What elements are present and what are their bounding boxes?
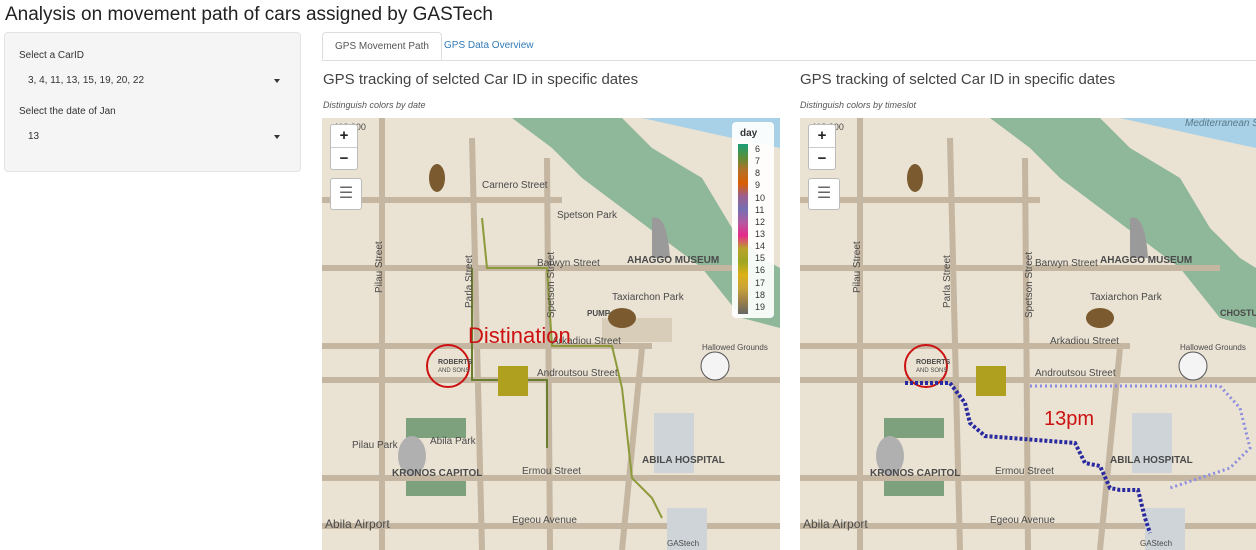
street-label: Barwyn Street	[1035, 258, 1098, 269]
park-label: Pilau Park	[352, 440, 399, 451]
legend-title: day	[740, 128, 758, 139]
chevron-down-icon	[274, 135, 280, 139]
legend-tick-label: 13	[755, 229, 766, 239]
park-label: Taxiarchon Park	[1090, 292, 1163, 303]
day-legend: day 6 7 8 9 10 11 12 13 14 15 16 17 18 19	[732, 122, 774, 318]
park-label: Spetson Park	[557, 210, 618, 221]
place-label: Mediterranean Sea	[1185, 118, 1256, 129]
zoom-out-button[interactable]: −	[331, 148, 357, 170]
street-label: Pilau Street	[852, 241, 863, 293]
legend-tick-label: 16	[755, 265, 766, 276]
place-label: PUMP	[587, 309, 611, 318]
sidebar-panel: Select a CarID 3, 4, 11, 13, 15, 19, 20,…	[4, 32, 301, 172]
zoom-in-button[interactable]: +	[331, 125, 357, 148]
roberts-label: ROBERTS	[438, 359, 473, 366]
zoom-in-button[interactable]: +	[809, 125, 835, 148]
date-select-label: Select the date of Jan	[19, 106, 116, 117]
legend-tick-label: 17	[755, 277, 766, 288]
panel-subtitle-left: Distinguish colors by date	[323, 100, 426, 110]
panel-title-left: GPS tracking of selcted Car ID in specif…	[323, 71, 639, 88]
roberts-label: AND SONS	[438, 368, 469, 374]
place-label: Hallowed Grounds	[702, 343, 768, 352]
street-label: Androutsou Street	[1035, 368, 1116, 379]
street-label: Arkadiou Street	[1050, 336, 1119, 347]
legend-tick-label: 18	[755, 289, 766, 300]
legend-tick-label: 9	[755, 180, 761, 191]
map-right[interactable]: Pilau Street Parla Street Spetson Street…	[800, 118, 1256, 550]
layers-icon[interactable]: ☰	[330, 178, 362, 210]
street-label: Pilau Street	[374, 241, 385, 293]
panel-subtitle-right: Distinguish colors by timeslot	[800, 100, 917, 110]
roberts-label: AND SONS	[916, 368, 947, 374]
zoom-out-button[interactable]: −	[809, 148, 835, 170]
street-label: Egeou Avenue	[990, 515, 1055, 526]
zoom-control: + −	[330, 124, 358, 170]
street-label: Ermou Street	[522, 466, 581, 477]
layers-icon[interactable]: ☰	[808, 178, 840, 210]
place-label: KRONOS CAPITOL	[392, 468, 482, 479]
tab-gps-data-overview[interactable]: GPS Data Overview	[432, 32, 545, 60]
place-label: GAStech	[1140, 539, 1172, 548]
car-id-value: 3, 4, 11, 13, 15, 19, 20, 22	[28, 75, 145, 86]
app-title: Analysis on movement path of cars assign…	[5, 4, 493, 25]
legend-tick-label: 19	[755, 301, 766, 312]
map-annotation-destination: Distination	[468, 323, 571, 348]
legend-tick-label: 15	[755, 253, 766, 264]
street-label: Egeou Avenue	[512, 515, 577, 526]
tab-gps-movement-path[interactable]: GPS Movement Path	[322, 32, 442, 60]
street-label: Parla Street	[464, 255, 475, 308]
legend-tick-label: 8	[755, 168, 761, 179]
legend-tick-label: 10	[755, 192, 766, 203]
park-label: Abila Park	[430, 436, 477, 447]
date-select[interactable]: 13	[18, 123, 288, 151]
street-label: Ermou Street	[995, 466, 1054, 477]
street-label: Androutsou Street	[537, 368, 618, 379]
legend-color-bar	[738, 144, 748, 314]
park-label: Taxiarchon Park	[612, 292, 685, 303]
street-label: Parla Street	[942, 255, 953, 308]
date-value: 13	[28, 131, 40, 142]
map-annotation-time: 13pm	[1044, 408, 1095, 430]
street-label: Barwyn Street	[537, 258, 600, 269]
legend-tick-label: 11	[755, 204, 765, 215]
place-label: AHAGGO MUSEUM	[627, 255, 719, 266]
place-label: AHAGGO MUSEUM	[1100, 255, 1192, 266]
tab-bar: GPS Movement Path GPS Data Overview	[322, 32, 1256, 61]
car-id-select[interactable]: 3, 4, 11, 13, 15, 19, 20, 22	[18, 67, 288, 95]
map-left[interactable]: Pilau Street Parla Street Spetson Street…	[322, 118, 780, 550]
legend-tick-label: 12	[755, 216, 766, 227]
place-label: KRONOS CAPITOL	[870, 468, 960, 479]
street-label: Spetson Street	[1024, 252, 1035, 318]
roberts-label: ROBERTS	[916, 359, 951, 366]
place-label: Abila Airport	[325, 517, 390, 531]
zoom-control: + −	[808, 124, 836, 170]
street-label: Carnero Street	[482, 180, 548, 191]
place-label: ABILA HOSPITAL	[1110, 455, 1193, 466]
legend-tick-label: 7	[755, 156, 761, 167]
place-label: CHOSTUS	[1220, 308, 1256, 318]
place-label: ABILA HOSPITAL	[642, 455, 725, 466]
legend-tick-label: 14	[755, 241, 766, 252]
map-right-canvas: Pilau Street Parla Street Spetson Street…	[800, 118, 1256, 550]
chevron-down-icon	[274, 79, 280, 83]
car-select-label: Select a CarID	[19, 50, 85, 61]
place-label: Hallowed Grounds	[1180, 343, 1246, 352]
legend-tick-label: 6	[755, 144, 761, 154]
panel-title-right: GPS tracking of selcted Car ID in specif…	[800, 71, 1116, 88]
place-label: Abila Airport	[803, 517, 868, 531]
place-label: GAStech	[667, 539, 699, 548]
